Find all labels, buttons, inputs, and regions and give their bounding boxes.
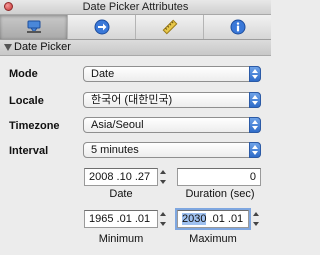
identity-info-icon [230, 19, 246, 35]
minimum-caption: Minimum [98, 233, 144, 245]
maximum-stepper[interactable] [252, 209, 261, 229]
mode-label: Mode [9, 68, 38, 80]
mode-popup[interactable]: Date [83, 66, 261, 82]
disclosure-triangle-icon[interactable] [4, 44, 12, 51]
date-stepper[interactable] [159, 167, 168, 187]
window-title: Date Picker Attributes [82, 1, 189, 13]
stepper-down-icon[interactable] [160, 222, 166, 226]
maximum-year-segment[interactable]: 2030 [182, 213, 207, 225]
tab-connections[interactable] [68, 15, 136, 39]
inspector-tabbar [0, 15, 271, 40]
locale-popup[interactable]: 한국어 (대한민국) [83, 92, 261, 108]
stepper-down-icon[interactable] [253, 222, 259, 226]
popup-arrows-icon [249, 66, 261, 82]
inspector-attributes-icon [26, 20, 42, 34]
interval-popup[interactable]: 5 minutes [83, 142, 261, 158]
section-header-date-picker[interactable]: Date Picker [0, 40, 271, 56]
maximum-caption: Maximum [189, 233, 237, 245]
date-caption: Date [109, 188, 133, 200]
locale-value: 한국어 (대한민국) [91, 94, 173, 106]
stepper-up-icon[interactable] [160, 212, 166, 216]
popup-arrows-icon [249, 117, 261, 133]
minimum-stepper[interactable] [159, 209, 168, 229]
stepper-down-icon[interactable] [160, 180, 166, 184]
size-ruler-icon [162, 19, 178, 35]
tab-size[interactable] [136, 15, 204, 39]
duration-caption: Duration (sec) [185, 188, 255, 200]
timezone-label: Timezone [9, 120, 60, 132]
tab-identity[interactable] [204, 15, 271, 39]
maximum-date-field[interactable]: 2030 .01 .01 [177, 210, 249, 228]
connections-arrow-icon [94, 19, 110, 35]
popup-arrows-icon [249, 92, 261, 108]
locale-label: Locale [9, 95, 44, 107]
stepper-up-icon[interactable] [160, 170, 166, 174]
interval-value: 5 minutes [91, 144, 139, 156]
date-field[interactable]: 2008 .10 .27 [84, 168, 158, 186]
tab-attributes[interactable] [0, 15, 68, 39]
stepper-up-icon[interactable] [253, 212, 259, 216]
popup-arrows-icon [249, 142, 261, 158]
timezone-value: Asia/Seoul [91, 119, 144, 131]
timezone-popup[interactable]: Asia/Seoul [83, 117, 261, 133]
duration-field[interactable]: 0 [177, 168, 261, 186]
maximum-month-day-segment[interactable]: .01 .01 [206, 213, 244, 225]
section-title: Date Picker [14, 41, 71, 53]
minimum-date-field[interactable]: 1965 .01 .01 [84, 210, 158, 228]
mode-value: Date [91, 68, 115, 80]
window-titlebar: Date Picker Attributes [0, 0, 271, 15]
interval-label: Interval [9, 145, 49, 157]
